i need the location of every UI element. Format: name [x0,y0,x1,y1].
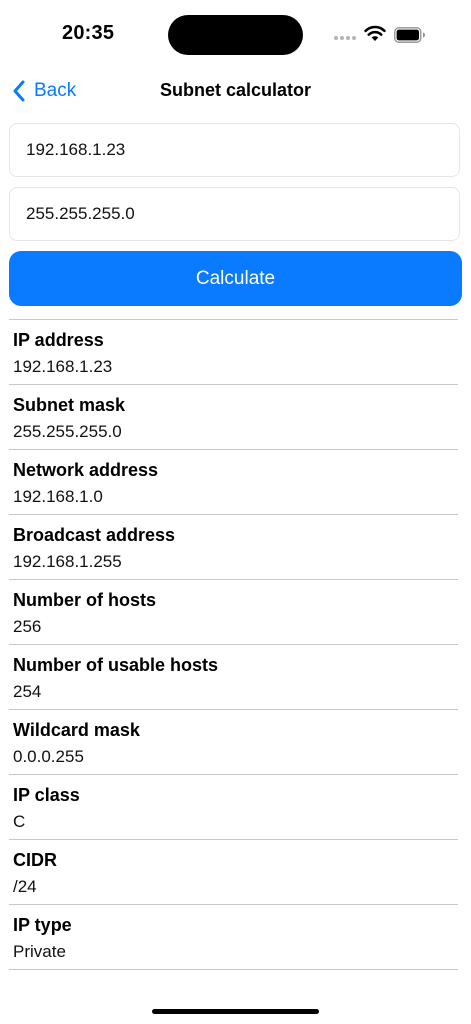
result-row-ip-address: IP address 192.168.1.23 [9,320,458,385]
result-label: IP class [13,785,80,805]
result-value: 192.168.1.0 [13,487,103,506]
result-row-subnet-mask: Subnet mask 255.255.255.0 [9,385,458,450]
dynamic-island [168,15,303,55]
page-title: Subnet calculator [159,80,312,100]
result-row-network-address: Network address 192.168.1.0 [9,450,458,515]
signal-dots-icon [334,36,358,42]
result-value: C [13,812,26,831]
result-row-usable-hosts: Number of usable hosts 254 [9,645,458,710]
home-indicator[interactable] [152,1009,319,1014]
result-value: 256 [13,617,42,636]
status-bar: 20:35 [0,0,471,70]
result-value: 255.255.255.0 [13,422,122,441]
result-label: Wildcard mask [13,720,140,740]
battery-icon [394,27,425,43]
result-value: 0.0.0.255 [13,747,84,766]
result-label: IP type [13,915,72,935]
status-time: 20:35 [62,22,115,44]
results-list: IP address 192.168.1.23 Subnet mask 255.… [9,319,458,970]
result-row-ip-type: IP type Private [9,905,458,970]
result-label: Number of usable hosts [13,655,219,675]
wifi-icon [364,25,386,41]
result-value: Private [13,942,66,961]
result-row-broadcast-address: Broadcast address 192.168.1.255 [9,515,458,580]
subnet-mask-input[interactable]: 255.255.255.0 [9,187,460,241]
result-value: 192.168.1.23 [13,357,113,376]
result-label: Broadcast address [13,525,176,545]
result-value: /24 [13,877,37,896]
result-label: CIDR [13,850,57,870]
result-row-cidr: CIDR /24 [9,840,458,905]
result-row-wildcard-mask: Wildcard mask 0.0.0.255 [9,710,458,775]
calculate-button[interactable]: Calculate [9,251,462,306]
result-value: 192.168.1.255 [13,552,122,571]
navigation-bar: Back Subnet calculator [0,70,471,110]
result-row-number-of-hosts: Number of hosts 256 [9,580,458,645]
result-row-ip-class: IP class C [9,775,458,840]
result-label: Subnet mask [13,395,126,415]
result-value: 254 [13,682,42,701]
result-label: Number of hosts [13,590,157,610]
result-label: Network address [13,460,159,480]
result-label: IP address [13,330,104,350]
ip-address-input[interactable]: 192.168.1.23 [9,123,460,177]
